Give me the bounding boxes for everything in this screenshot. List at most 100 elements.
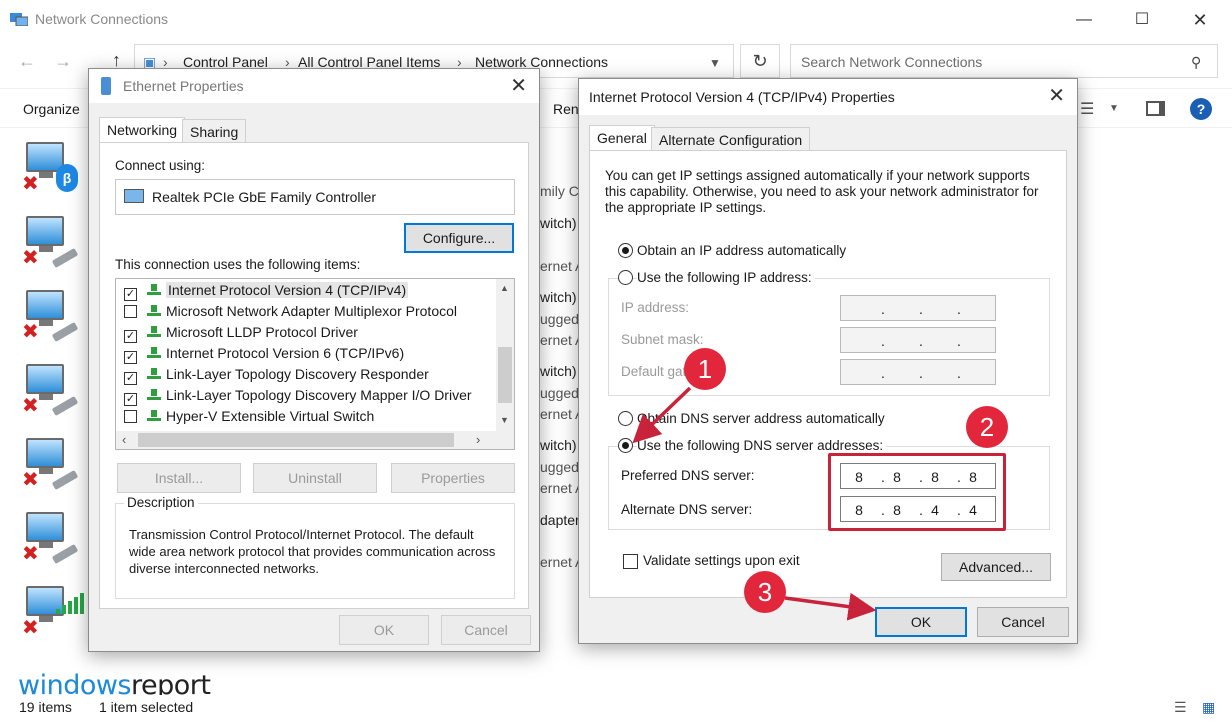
- network-adapter-icon[interactable]: ✖: [22, 432, 82, 492]
- wifi-adapter-icon[interactable]: ✖: [22, 580, 84, 640]
- validate-label[interactable]: Validate settings upon exit: [643, 553, 800, 568]
- ipv4-properties-dialog: Internet Protocol Version 4 (TCP/IPv4) P…: [578, 78, 1078, 644]
- description-group: Description Transmission Control Protoco…: [115, 495, 515, 599]
- properties-button[interactable]: Properties: [391, 463, 515, 493]
- list-item[interactable]: ✓ Link-Layer Topology Discovery Responder: [124, 366, 429, 387]
- configure-button[interactable]: Configure...: [404, 223, 514, 253]
- components-list[interactable]: ✓ Internet Protocol Version 4 (TCP/IPv4) …: [115, 278, 515, 450]
- dialog-titlebar: Ethernet Properties ✕: [89, 69, 539, 103]
- bg-fragment: witch): [540, 215, 577, 231]
- use-following-dns-radio[interactable]: [618, 438, 633, 453]
- vertical-scrollbar[interactable]: ▲ ▼: [496, 279, 514, 431]
- search-icon: ⚲: [1191, 54, 1202, 70]
- ethernet-icon: [101, 77, 111, 95]
- scrollbar-thumb[interactable]: [498, 347, 512, 403]
- item-count: 19 items: [19, 699, 72, 715]
- forward-arrow-icon[interactable]: →: [54, 51, 72, 72]
- protocol-icon: [147, 326, 161, 338]
- checkbox[interactable]: ✓: [124, 288, 137, 301]
- list-item[interactable]: Microsoft Network Adapter Multiplexor Pr…: [124, 303, 457, 324]
- obtain-ip-auto-label[interactable]: Obtain an IP address automatically: [637, 243, 846, 258]
- adapter-name: Realtek PCIe GbE Family Controller: [152, 189, 377, 205]
- close-button[interactable]: ✕: [1188, 8, 1212, 32]
- tab-networking[interactable]: Networking: [99, 117, 186, 143]
- selection-count: 1 item selected: [99, 699, 194, 715]
- maximize-button[interactable]: ☐: [1130, 8, 1154, 32]
- list-item[interactable]: ✓ Internet Protocol Version 6 (TCP/IPv6): [124, 345, 404, 366]
- organize-button[interactable]: Organize: [23, 101, 80, 117]
- details-view-icon[interactable]: ☰: [1174, 699, 1187, 716]
- list-item[interactable]: ✓ Link-Layer Topology Discovery Mapper I/…: [124, 387, 472, 408]
- default-gateway-field: ...: [840, 359, 996, 385]
- close-icon[interactable]: ✕: [1048, 83, 1065, 108]
- horizontal-scrollbar[interactable]: ‹ ›: [116, 431, 514, 449]
- checkbox[interactable]: ✓: [124, 372, 137, 385]
- bg-fragment: witch): [540, 363, 577, 379]
- validate-checkbox[interactable]: [623, 554, 638, 569]
- advanced-button[interactable]: Advanced...: [941, 553, 1051, 581]
- tab-sharing[interactable]: Sharing: [182, 119, 247, 143]
- obtain-dns-auto-radio[interactable]: [618, 411, 633, 426]
- ok-button[interactable]: OK: [339, 615, 429, 645]
- minimize-button[interactable]: —: [1072, 8, 1096, 32]
- tab-alternate-configuration[interactable]: Alternate Configuration: [651, 127, 811, 151]
- cancel-button[interactable]: Cancel: [977, 607, 1069, 637]
- chevron-down-icon[interactable]: ▼: [709, 56, 721, 70]
- checkbox[interactable]: [124, 305, 137, 318]
- explorer-titlebar: Network Connections — ☐ ✕: [0, 0, 1232, 40]
- checkbox[interactable]: ✓: [124, 393, 137, 406]
- use-following-ip-radio[interactable]: [618, 270, 633, 285]
- network-connections-app-icon: [10, 12, 29, 27]
- protocol-icon: [147, 347, 161, 359]
- bg-fragment: witch): [540, 289, 577, 305]
- obtain-dns-auto-label[interactable]: Obtain DNS server address automatically: [637, 411, 885, 426]
- preview-pane-icon[interactable]: [1146, 101, 1165, 116]
- list-item[interactable]: ✓ Microsoft LLDP Protocol Driver: [124, 324, 358, 345]
- rename-button-partial[interactable]: Ren: [553, 101, 579, 117]
- items-label: This connection uses the following items…: [115, 257, 361, 272]
- search-input[interactable]: Search Network Connections ⚲: [790, 44, 1218, 78]
- obtain-ip-auto-radio[interactable]: [618, 243, 633, 258]
- protocol-icon: [147, 284, 161, 296]
- scroll-down-icon[interactable]: ▼: [500, 415, 509, 425]
- subnet-mask-label: Subnet mask:: [621, 332, 704, 347]
- scrollbar-thumb[interactable]: [138, 433, 454, 447]
- use-following-ip-label[interactable]: Use the following IP address:: [637, 270, 815, 285]
- network-adapter-icon[interactable]: ✖: [22, 284, 82, 344]
- bg-fragment: dapter: [540, 512, 580, 528]
- cancel-button[interactable]: Cancel: [441, 615, 531, 645]
- network-adapter-icon[interactable]: ✖: [22, 210, 82, 270]
- chevron-down-icon[interactable]: ▼: [1109, 103, 1119, 114]
- ethernet-properties-dialog: Ethernet Properties ✕ Networking Sharing…: [88, 68, 540, 652]
- network-adapter-icon[interactable]: ✖: [22, 506, 82, 566]
- install-button[interactable]: Install...: [117, 463, 241, 493]
- list-item[interactable]: ✓ Internet Protocol Version 4 (TCP/IPv4): [124, 282, 409, 303]
- checkbox[interactable]: ✓: [124, 351, 137, 364]
- checkbox[interactable]: [124, 410, 137, 423]
- refresh-icon[interactable]: ↻: [740, 44, 780, 78]
- dialog-title: Internet Protocol Version 4 (TCP/IPv4) P…: [589, 89, 895, 105]
- list-item[interactable]: Hyper-V Extensible Virtual Switch: [124, 408, 374, 429]
- close-icon[interactable]: ✕: [510, 73, 527, 98]
- network-adapter-icon[interactable]: ✖: [22, 358, 82, 418]
- large-icons-view-icon[interactable]: ▦: [1202, 699, 1215, 716]
- checkbox[interactable]: ✓: [124, 330, 137, 343]
- connect-using-label: Connect using:: [115, 158, 206, 173]
- scroll-right-icon[interactable]: ›: [476, 432, 480, 447]
- scroll-up-icon[interactable]: ▲: [500, 283, 509, 293]
- help-icon[interactable]: ?: [1190, 98, 1212, 120]
- window-title: Network Connections: [35, 11, 169, 27]
- description-text: Transmission Control Protocol/Internet P…: [129, 527, 496, 576]
- tab-general[interactable]: General: [589, 125, 655, 151]
- dialog-titlebar: Internet Protocol Version 4 (TCP/IPv4) P…: [579, 79, 1077, 115]
- network-adapter-icon[interactable]: ✖ β: [22, 136, 82, 196]
- step-3-callout: 3: [744, 571, 786, 613]
- view-options-icon[interactable]: ☰: [1080, 99, 1094, 119]
- use-following-dns-label[interactable]: Use the following DNS server addresses:: [637, 438, 887, 453]
- scroll-left-icon[interactable]: ‹: [122, 432, 126, 447]
- subnet-mask-field: ...: [840, 327, 996, 353]
- uninstall-button[interactable]: Uninstall: [253, 463, 377, 493]
- dialog-title: Ethernet Properties: [123, 78, 244, 94]
- back-arrow-icon[interactable]: ←: [18, 51, 36, 72]
- ok-button[interactable]: OK: [875, 607, 967, 637]
